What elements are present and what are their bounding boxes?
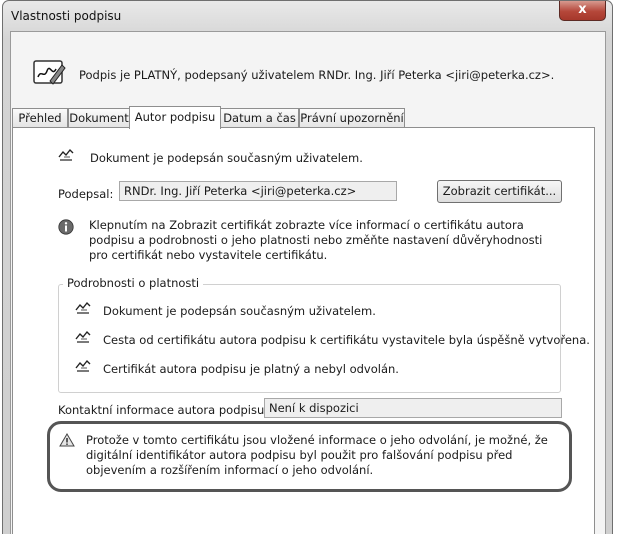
signer-field[interactable]: RNDr. Ing. Jiří Peterka <jiri@peterka.cz…	[119, 181, 397, 201]
signer-label: Podepsal:	[58, 187, 114, 201]
title-bar[interactable]: Vlastnosti podpisu x	[3, 1, 612, 31]
contact-label: Kontaktní informace autora podpisu:	[58, 403, 269, 417]
signature-pen-icon	[33, 60, 66, 85]
warning-text: Protože v tomto certifikátu jsou vložené…	[86, 433, 548, 477]
tab-label: Datum a čas	[223, 111, 296, 125]
validity-item: Cesta od certifikátu autora podpisu k ce…	[103, 333, 590, 347]
contact-field[interactable]: Není k dispozici	[264, 398, 562, 418]
validity-legend: Podrobnosti o platnosti	[63, 276, 204, 290]
signature-status-text: Podpis je PLATNÝ, podepsaný uživatelem R…	[79, 68, 555, 82]
tab-prehled[interactable]: Přehled	[12, 108, 68, 127]
tab-label: Právní upozornění	[300, 111, 404, 125]
show-certificate-label: Zobrazit certifikát...	[442, 184, 557, 198]
signed-by-current-user-text: Dokument je podepsán současným uživatele…	[90, 151, 363, 165]
signature-valid-icon	[58, 148, 74, 161]
validity-item: Dokument je podepsán současným uživatele…	[103, 304, 376, 318]
contact-value: Není k dispozici	[269, 401, 359, 415]
validity-item: Certifikát autora podpisu je platný a ne…	[103, 362, 399, 376]
close-button[interactable]: x	[559, 1, 606, 21]
signer-value: RNDr. Ing. Jiří Peterka <jiri@peterka.cz…	[124, 184, 357, 198]
tab-label: Přehled	[18, 111, 62, 125]
window-title: Vlastnosti podpisu	[11, 9, 122, 23]
validity-check-icon	[75, 330, 91, 343]
validity-check-icon	[75, 359, 91, 372]
tab-pravni-upozorneni[interactable]: Právní upozornění	[299, 108, 405, 127]
tab-label: Dokument	[69, 111, 129, 125]
info-text: Klepnutím na Zobrazit certifikát zobrazt…	[89, 218, 543, 262]
info-icon	[58, 219, 74, 235]
tab-autor-podpisu[interactable]: Autor podpisu	[129, 106, 221, 129]
close-icon: x	[578, 2, 587, 17]
show-certificate-button[interactable]: Zobrazit certifikát...	[437, 180, 562, 203]
tab-datum-a-cas[interactable]: Datum a čas	[220, 108, 299, 127]
validity-check-icon	[75, 301, 91, 314]
tab-dokument[interactable]: Dokument	[68, 108, 130, 127]
warning-icon	[59, 433, 75, 447]
tab-label: Autor podpisu	[134, 110, 216, 124]
